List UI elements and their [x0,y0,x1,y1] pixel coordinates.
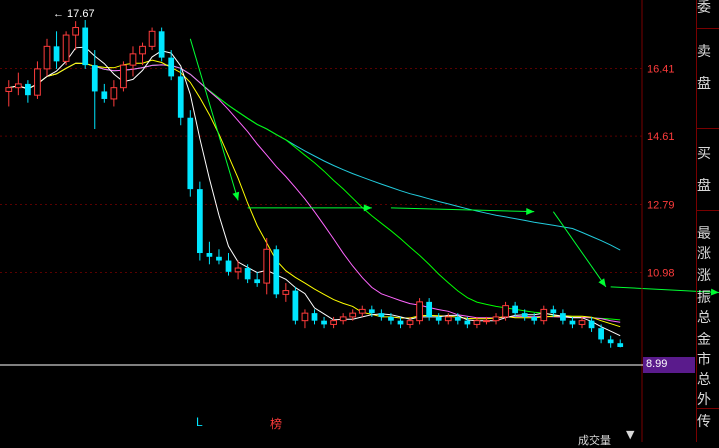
candle [139,42,146,66]
candle [148,27,156,51]
candle [321,316,327,329]
candle [62,31,70,66]
side-label: 买 [697,146,711,162]
side-label: 涨 [697,268,711,284]
candle [187,110,194,197]
side-separator [697,210,719,211]
current-price-badge: 8.99 [643,357,695,373]
side-separator [697,28,719,29]
candle [5,80,13,107]
candle [244,264,251,284]
ma10-line [8,59,621,328]
candle [339,313,347,325]
trend-arrow [189,38,240,201]
side-label: 涨 [697,246,711,262]
trend-arrow [552,211,607,288]
current-price-label: 8.99 [646,358,668,370]
candle [196,181,203,261]
y-tick-label: 10.98 [647,268,675,280]
price-axis: 16.41 14.61 12.79 10.98 [641,0,675,442]
candle [397,316,404,329]
candle [254,271,261,287]
y-tick-label: 16.41 [647,64,675,76]
side-label: 盘 [697,178,711,194]
candle [311,309,318,325]
side-label: 委 [697,0,711,16]
candle [378,309,385,321]
candle [168,50,175,81]
y-tick-label: 12.79 [647,200,675,212]
side-label: 市 [697,352,711,368]
side-label: 外 [697,392,711,408]
side-label: 振 [697,290,711,306]
candle [292,286,299,325]
side-label: 金 [697,332,711,348]
candle [177,68,184,126]
candle [569,316,576,329]
chevron-down-icon[interactable]: ▼ [626,428,634,441]
candle [588,316,595,332]
candle [14,72,22,96]
trend-arrow [390,207,535,215]
side-label: 盘 [697,76,711,92]
quote-side-panel: 委卖盘买盘最涨涨振总金市总外传 [696,0,719,442]
marker-bang[interactable]: 榜 [270,415,282,432]
candle [282,283,290,302]
candle [129,46,137,77]
side-separator [697,128,719,129]
candle [158,27,165,62]
ma30-line [8,62,621,321]
candlestick-chart[interactable]: 16.41 14.61 12.79 10.98 ← 17.67 [0,0,719,442]
candle [273,245,280,299]
ma60-line [8,62,621,251]
candle [206,241,213,265]
moving-averages [8,46,621,337]
ma20-line [8,62,621,323]
side-label: 总 [697,310,711,326]
candle [540,305,548,325]
candle [617,339,624,348]
volume-tab[interactable]: 成交量 [578,432,611,448]
side-label: 最 [697,226,711,242]
candle [101,83,108,103]
side-label: 总 [697,372,711,388]
candle [82,20,89,69]
candle [91,50,98,130]
candle [607,335,614,348]
candle [435,313,442,325]
candle [416,298,423,325]
candle [301,309,309,329]
candle [43,38,51,77]
candle [72,21,80,51]
candle [560,309,566,325]
candles [5,20,624,348]
candle [216,249,222,265]
high-price-marker: ← 17.67 [53,8,95,20]
marker-l[interactable]: L [196,415,203,429]
candle [34,61,41,99]
candle [53,31,60,69]
side-label: 卖 [697,44,711,60]
candle [492,313,500,325]
candle [358,305,366,317]
candle [25,80,31,103]
side-label: 传 [697,414,711,430]
y-tick-label: 14.61 [647,131,675,143]
candle [110,80,118,107]
candle [120,61,127,92]
candle [444,313,452,325]
grid-lines [0,68,642,274]
ma5-line [8,46,621,337]
candle [512,301,518,317]
side-separator [697,408,719,409]
